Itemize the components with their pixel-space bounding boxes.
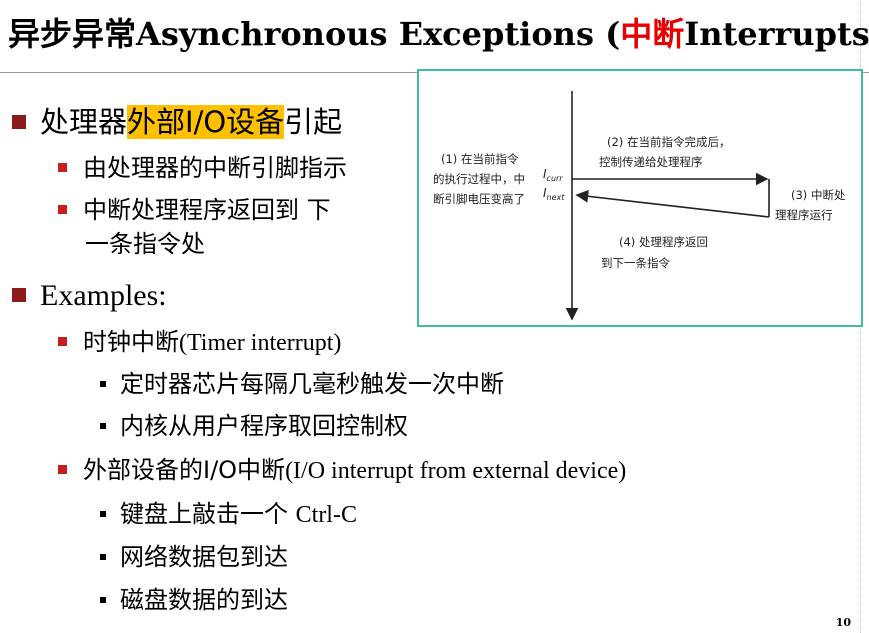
io-item-2: 网络数据包到达 (100, 541, 288, 573)
bullet-source-highlight: 外部I/O设备 (127, 105, 285, 139)
icurr-label: Icurr (543, 167, 563, 183)
io-item-1-cn: 键盘上敲击一个 (120, 500, 296, 528)
title-cn: 异步异常 (8, 15, 137, 53)
example-io-cn: 外部设备的I/O中断 (83, 456, 286, 484)
io-item-2-text: 网络数据包到达 (120, 543, 288, 571)
bullet-dot-icon (100, 597, 106, 603)
bullet-source: 处理器外部I/O设备引起 (12, 104, 342, 140)
io-item-3: 磁盘数据的到达 (100, 584, 288, 616)
bullet-dot-icon (100, 423, 106, 429)
io-item-3-text: 磁盘数据的到达 (120, 586, 288, 614)
bullet-source-prefix: 处理器 (40, 105, 128, 139)
inext-label: Inext (543, 186, 565, 202)
title-red: 中断 (620, 15, 685, 53)
page-number: 10 (835, 616, 851, 629)
bullet-dot-icon (100, 554, 106, 560)
io-item-1-en: Ctrl-C (295, 502, 357, 528)
label-step3: (3) 中断处 理程序运行 (775, 188, 849, 222)
diagram-svg: Icurr Inext (1) 在当前指令 的执行过程中，中 断引脚电压变高了 … (433, 91, 849, 321)
label-step1: (1) 在当前指令 的执行过程中，中 断引脚电压变高了 (433, 152, 529, 206)
title-en-tail: Interrupts) (684, 15, 869, 53)
return-arrow (575, 189, 770, 218)
timer-item-2-text: 内核从用户程序取回控制权 (120, 412, 408, 440)
bullet-square-icon (58, 205, 67, 214)
sub-bullet-pin-text: 由处理器的中断引脚指示 (83, 154, 347, 182)
bullet-source-suffix: 引起 (284, 105, 343, 139)
example-timer-en: (Timer interrupt) (179, 330, 342, 356)
timer-item-2: 内核从用户程序取回控制权 (100, 410, 408, 442)
bullet-square-icon (58, 465, 67, 474)
bullet-square-icon (12, 115, 26, 129)
sub-bullet-pin: 由处理器的中断引脚指示 (58, 152, 347, 184)
sub-bullet-return-line2: 一条指令处 (85, 230, 205, 258)
io-item-1: 键盘上敲击一个 Ctrl-C (100, 498, 357, 531)
timer-item-1-text: 定时器芯片每隔几毫秒触发一次中断 (120, 370, 504, 398)
bullet-dot-icon (100, 511, 106, 517)
sub-bullet-return: 中断处理程序返回到 下 (58, 194, 331, 226)
label-step2: (2) 在当前指令完成后， 控制传递给处理程序 (599, 135, 734, 169)
timer-item-1: 定时器芯片每隔几毫秒触发一次中断 (100, 368, 504, 400)
example-io: 外部设备的I/O中断(I/O interrupt from external d… (58, 454, 626, 487)
interrupt-flow-diagram: Icurr Inext (1) 在当前指令 的执行过程中，中 断引脚电压变高了 … (417, 69, 863, 327)
bullet-dot-icon (100, 381, 106, 387)
label-step4: (4) 处理程序返回 到下一条指令 (601, 235, 712, 270)
bullet-square-icon (58, 163, 67, 172)
example-io-en: (I/O interrupt from external device) (285, 458, 627, 484)
bullet-examples: Examples: (12, 278, 167, 314)
bullet-square-icon (58, 337, 67, 346)
sub-bullet-return-line1: 中断处理程序返回到 下 (83, 196, 331, 224)
slide-title: 异步异常Asynchronous Exceptions (中断Interrupt… (8, 14, 869, 54)
example-timer: 时钟中断(Timer interrupt) (58, 326, 341, 359)
bullet-square-icon (12, 288, 26, 302)
title-en: Asynchronous Exceptions ( (136, 15, 621, 53)
examples-label: Examples: (40, 279, 167, 312)
example-timer-cn: 时钟中断 (83, 328, 179, 356)
